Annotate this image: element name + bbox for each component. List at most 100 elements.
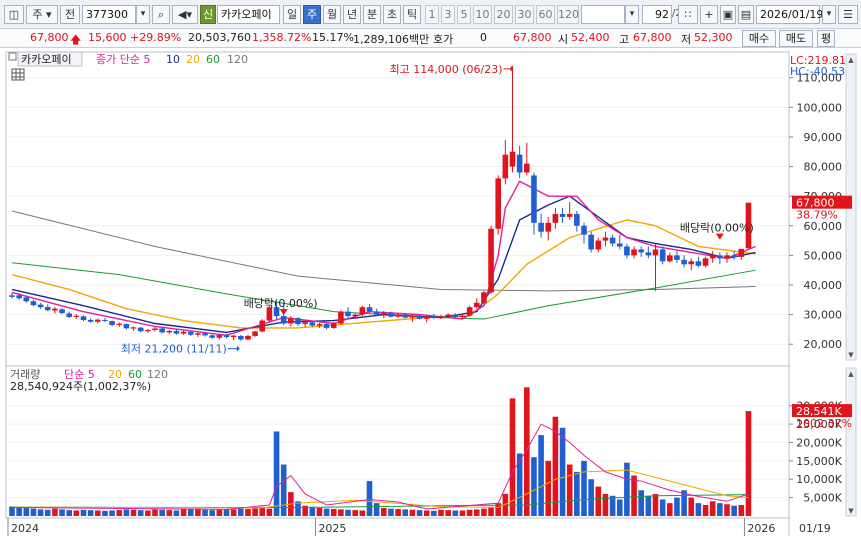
date-dropdown-icon[interactable]: ▾: [822, 5, 836, 24]
save-icon[interactable]: ▣: [720, 5, 736, 24]
interval-20[interactable]: 20: [494, 5, 513, 24]
volume-bar: [159, 509, 165, 516]
period-week[interactable]: 주: [303, 5, 321, 24]
code-dropdown-icon[interactable]: ▾: [136, 5, 150, 24]
table-icon[interactable]: [11, 68, 25, 81]
scroll-down-icon[interactable]: ▼: [848, 351, 854, 359]
price-tick-label: 50,000: [804, 249, 843, 262]
chart-title: 카카오페이: [21, 53, 72, 66]
candle-body: [509, 151, 516, 167]
interval-1[interactable]: 1: [425, 5, 439, 24]
volume-bar: [44, 509, 51, 516]
volume-bar: [524, 387, 530, 516]
candle-body: [538, 222, 544, 232]
period-month[interactable]: 월: [323, 5, 341, 24]
amount: 1,289,106백만: [353, 33, 430, 46]
candle-body: [431, 316, 437, 318]
volume-scrollbar[interactable]: [845, 367, 857, 517]
candle-body: [259, 320, 266, 332]
period-second[interactable]: 초: [383, 5, 401, 24]
code-input[interactable]: 377300: [82, 5, 136, 24]
speaker-icon[interactable]: ◀▾: [172, 5, 198, 24]
volume-bar: [137, 510, 144, 516]
volume-bar: [645, 495, 652, 516]
calendar-icon[interactable]: ▤: [738, 5, 754, 24]
vol-scroll-up-icon[interactable]: ▲: [848, 370, 854, 378]
stock-chart[interactable]: ▲ ▼ ▲ ▼ 20,00030,00040,00050,00060,00070…: [0, 50, 861, 539]
volume-bar: [738, 504, 745, 516]
prev-button[interactable]: 전: [60, 5, 80, 24]
interval-120[interactable]: 120: [557, 5, 579, 24]
volume-bar: [166, 510, 173, 516]
volume-bar: [338, 509, 344, 516]
annotation-label: 최고 114,000 (06/23): [389, 63, 502, 76]
scroll-up-icon[interactable]: ▲: [848, 56, 854, 64]
candle-body: [109, 321, 115, 325]
new-button[interactable]: 신: [200, 5, 216, 24]
period-tick[interactable]: 틱: [403, 5, 421, 24]
legend-ma120: 120: [227, 53, 248, 66]
volume-bar: [52, 508, 58, 516]
period-day[interactable]: 일: [283, 5, 301, 24]
interval-10[interactable]: 10: [473, 5, 492, 24]
volume-bar: [388, 508, 394, 516]
candle-body: [381, 312, 387, 315]
menu-icon[interactable]: ☰: [838, 5, 858, 24]
volume-bar: [30, 508, 37, 516]
sell-button[interactable]: 매도: [779, 30, 813, 47]
add-icon[interactable]: +: [700, 5, 718, 24]
buy-button[interactable]: 매수: [742, 30, 776, 47]
candle-body: [80, 316, 87, 320]
volume-tick-label: 5,000K: [803, 492, 842, 505]
candle-body: [609, 237, 616, 244]
interval-dropdown-icon[interactable]: ▾: [625, 5, 639, 24]
volume-bar: [95, 510, 101, 516]
candle-body: [338, 311, 344, 324]
candle-body: [330, 323, 337, 328]
type-select[interactable]: 주 ▾: [26, 5, 58, 24]
hoga-value: 0: [480, 31, 487, 44]
window-icon[interactable]: ◫: [4, 5, 24, 24]
grid-icon[interactable]: ∷: [678, 5, 698, 24]
candle-body: [123, 324, 130, 329]
interval-3[interactable]: 3: [441, 5, 455, 24]
price-tick-label: 40,000: [804, 279, 843, 292]
candle-body: [588, 234, 594, 250]
volume-bar: [130, 509, 137, 516]
interval-5[interactable]: 5: [457, 5, 471, 24]
candle-body: [724, 255, 730, 259]
volume-bar: [216, 509, 223, 516]
search-icon[interactable]: ⌕: [152, 5, 170, 24]
volume-total: 28,540,924주(1,002,37%): [10, 380, 151, 393]
volume-bar: [252, 508, 258, 516]
volume-bar: [266, 508, 273, 516]
volume-bar: [652, 493, 659, 516]
volume-bar: [202, 509, 208, 516]
current-pct-label: 38.79%: [796, 209, 838, 222]
volume-bar: [180, 509, 187, 516]
volume-bar: [309, 506, 316, 516]
volume-bar: [352, 510, 358, 516]
interval-select[interactable]: [581, 5, 625, 24]
volume-tick-label: 15,000K: [796, 455, 842, 468]
vol-scroll-down-icon[interactable]: ▼: [848, 507, 854, 515]
volume-bar: [466, 509, 473, 516]
count-input[interactable]: 92: [642, 5, 672, 24]
candle-body: [145, 330, 151, 332]
volume-bar: [481, 508, 487, 516]
candle-body: [73, 315, 80, 317]
date-input[interactable]: 2026/01/19: [756, 5, 823, 24]
volume-bar: [638, 490, 644, 516]
interval-60[interactable]: 60: [536, 5, 555, 24]
candle-body: [280, 316, 287, 324]
candle-body: [638, 249, 644, 253]
candle-body: [195, 333, 201, 335]
volume-bar: [395, 509, 401, 516]
period-minute[interactable]: 분: [363, 5, 381, 24]
volume-bar: [452, 510, 459, 516]
period-year[interactable]: 년: [343, 5, 361, 24]
volume-bar: [87, 510, 94, 516]
eval-button[interactable]: 평: [817, 30, 835, 47]
interval-30[interactable]: 30: [515, 5, 534, 24]
stock-name: 카카오페이: [217, 5, 280, 24]
